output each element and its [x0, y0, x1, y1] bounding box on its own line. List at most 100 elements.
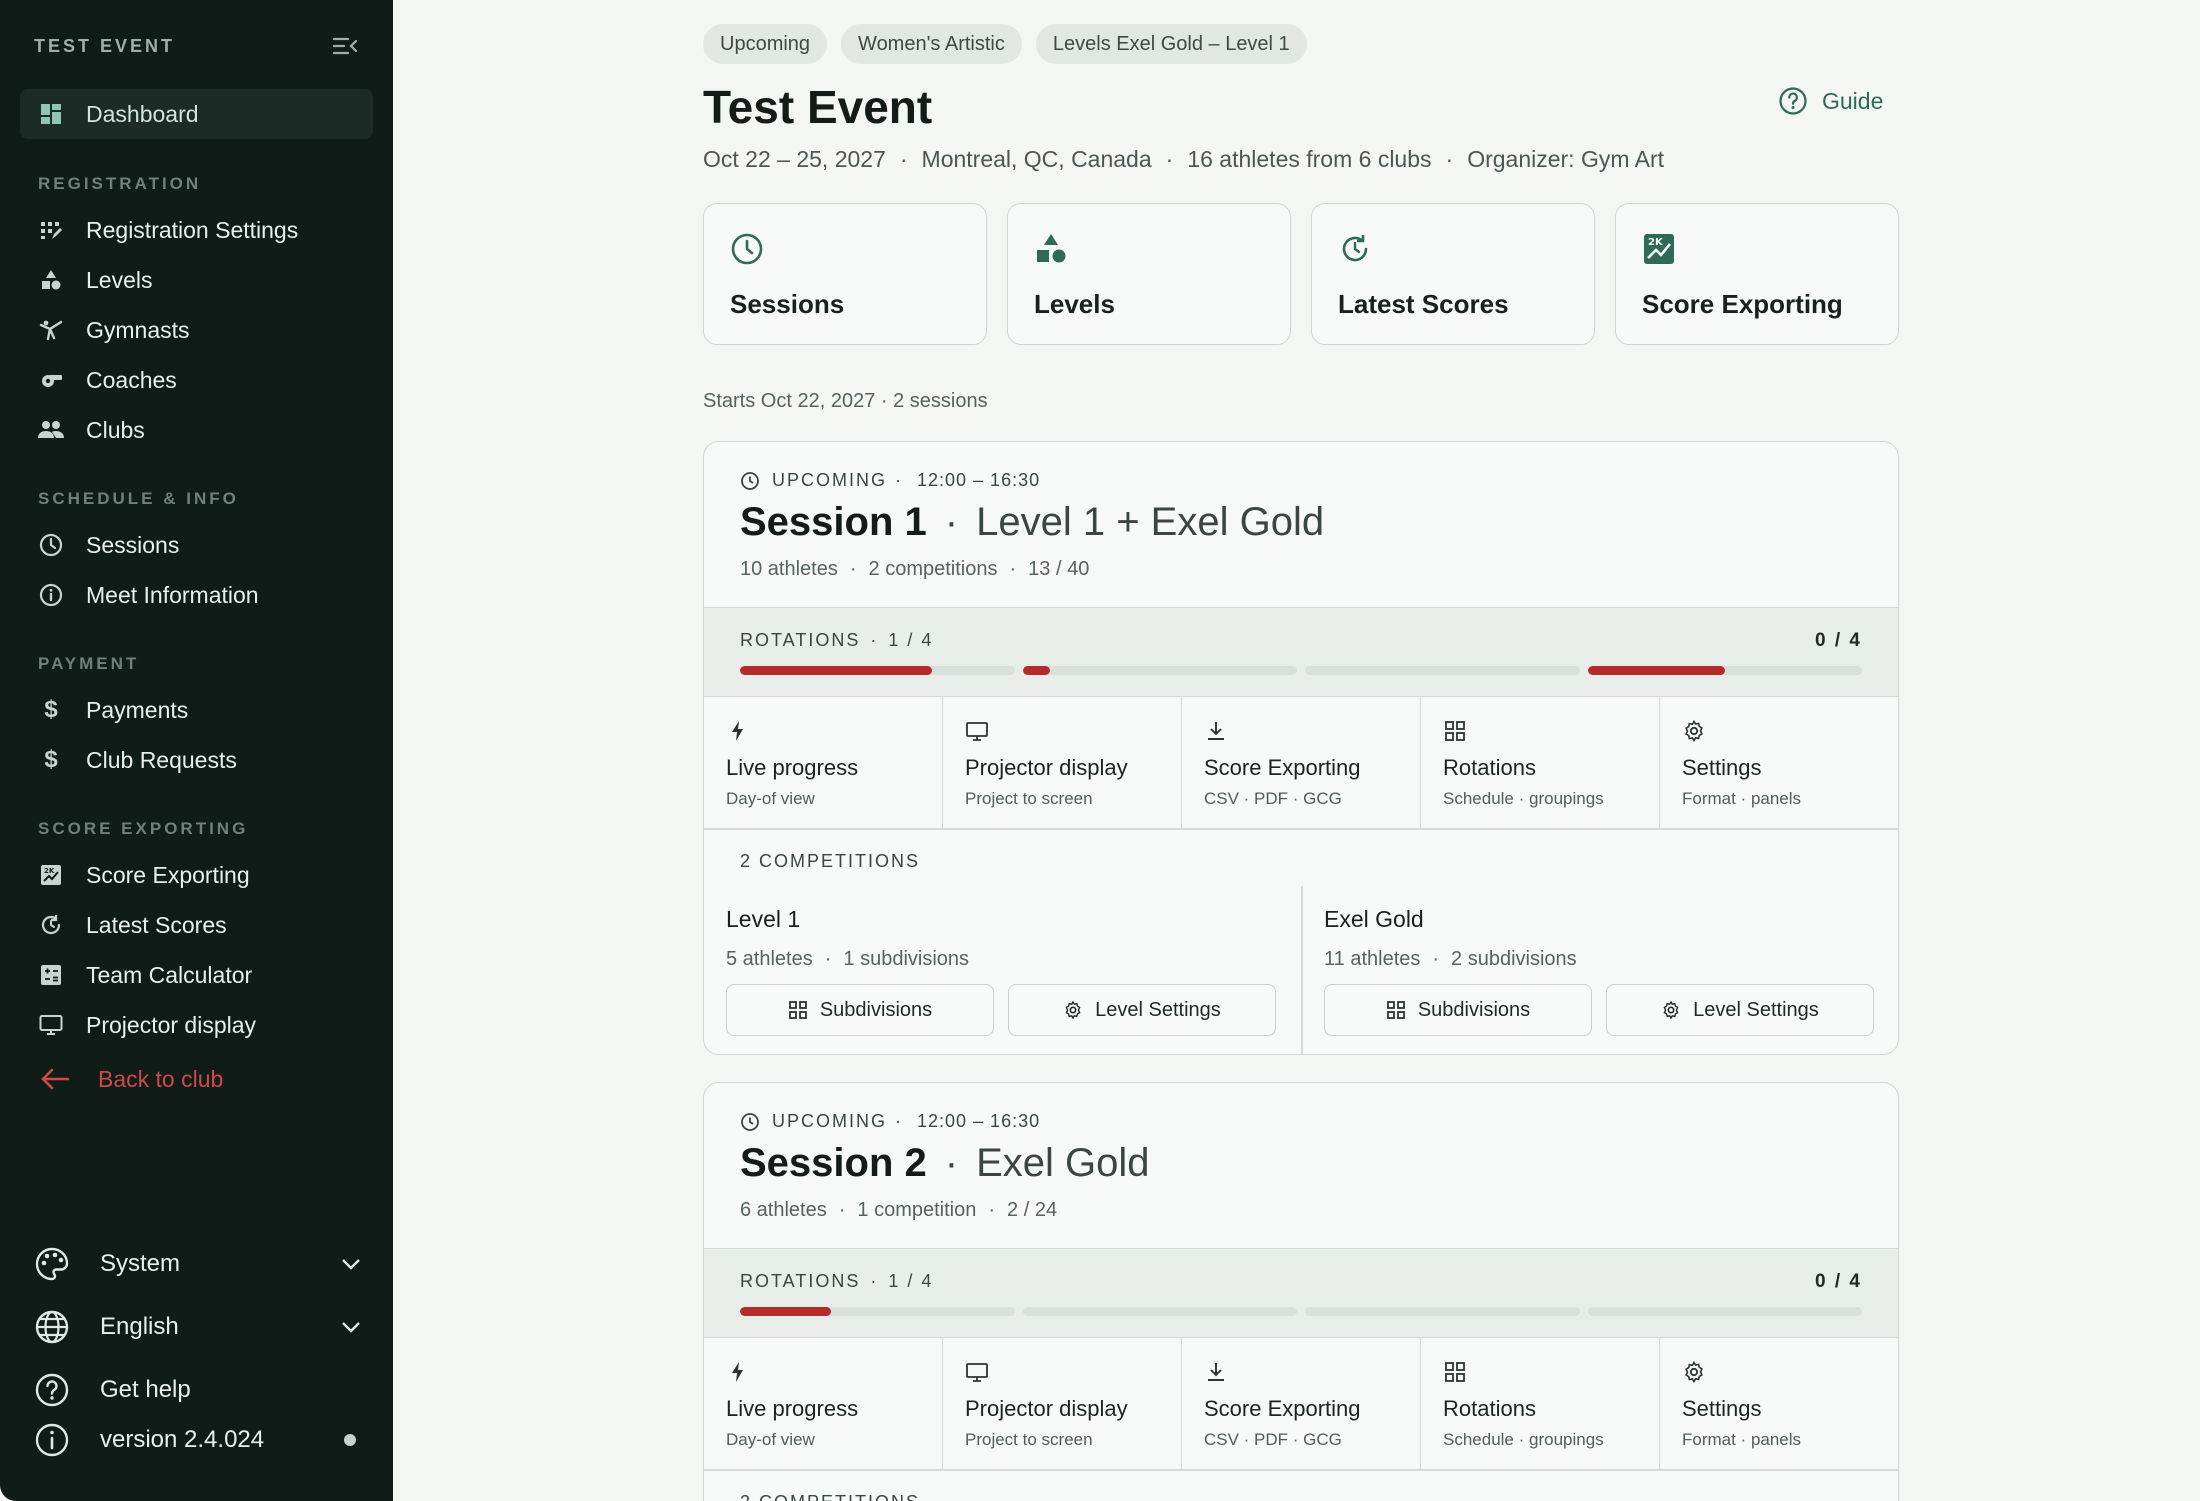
score-export-icon: 2K [38, 862, 64, 888]
language-selector[interactable]: English [34, 1304, 364, 1350]
quick-link-levels[interactable]: Levels [1007, 203, 1291, 345]
meta-separator: · [899, 146, 908, 172]
sidebar-item-team-calculator[interactable]: Team Calculator [20, 950, 373, 1000]
sidebar-item-clubs[interactable]: Clubs [20, 405, 373, 455]
clock-icon [730, 232, 764, 266]
rotations-panel: ROTATIONS · 1 / 4 0 / 4 [704, 607, 1898, 697]
lightning-icon [726, 1360, 750, 1384]
action-label: Projector display [965, 1396, 1128, 1421]
event-meta: Oct 22 – 25, 2027 · Montreal, QC, Canada ·… [703, 146, 1664, 173]
people-icon [38, 417, 64, 443]
section-score-exporting: SCORE EXPORTING [38, 819, 249, 838]
rotations-label: ROTATIONS · 1 / 4 [740, 630, 934, 650]
sidebar-item-gymnasts[interactable]: Gymnasts [20, 305, 373, 355]
subdivisions-button[interactable]: Subdivisions [1324, 984, 1592, 1036]
whistle-icon [38, 367, 64, 393]
sidebar-item-dashboard[interactable]: Dashboard [20, 89, 373, 139]
live-progress-action[interactable]: Live progress Day-of view [704, 1338, 943, 1469]
section-schedule: SCHEDULE & INFO [38, 489, 239, 508]
system-theme-selector[interactable]: System [34, 1241, 364, 1287]
status-label: UPCOMING [772, 1111, 887, 1131]
get-help-link[interactable]: Get help [34, 1367, 364, 1413]
sidebar-item-score-exporting[interactable]: 2K Score Exporting [20, 850, 373, 900]
sidebar-item-label: Projector display [86, 1011, 257, 1038]
level-settings-button[interactable]: Level Settings [1606, 984, 1874, 1036]
levels-icon [38, 267, 64, 293]
session-name: Session 1 [740, 500, 927, 544]
rotations-done: 0 / 4 [1815, 630, 1862, 651]
sidebar-item-levels[interactable]: Levels [20, 255, 373, 305]
quick-link-latest-scores[interactable]: Latest Scores [1311, 203, 1595, 345]
projector-display-action[interactable]: Projector display Project to screen [943, 1338, 1182, 1469]
calculator-icon [38, 962, 64, 988]
clock-icon [38, 532, 64, 558]
button-label: Level Settings [1095, 998, 1221, 1021]
score-exporting-action[interactable]: Score Exporting CSV · PDF · GCG [1182, 1338, 1421, 1469]
quick-link-score-exporting[interactable]: 2K Score Exporting [1615, 203, 1899, 345]
sidebar-item-label: Clubs [86, 416, 145, 443]
sidebar-item-coaches[interactable]: Coaches [20, 355, 373, 405]
event-dates: Oct 22 – 25, 2027 [703, 146, 886, 172]
sidebar-item-registration-settings[interactable]: Registration Settings [20, 205, 373, 255]
event-location: Montreal, QC, Canada [921, 146, 1152, 172]
subdivisions-button[interactable]: Subdivisions [726, 984, 994, 1036]
stat-separator: · [988, 1199, 996, 1221]
gear-icon [1682, 719, 1706, 743]
sidebar-item-label: Meet Information [86, 581, 259, 608]
grid-icon [1386, 1000, 1406, 1020]
settings-action[interactable]: Settings Format · panels [1660, 697, 1898, 828]
rotation-bar [1587, 666, 1862, 675]
sidebar-item-meet-information[interactable]: Meet Information [20, 570, 373, 620]
quick-link-sessions[interactable]: Sessions [703, 203, 987, 345]
guide-link[interactable]: Guide [1778, 86, 1883, 116]
action-label: Projector display [965, 755, 1128, 780]
quick-link-label: Score Exporting [1642, 289, 1843, 319]
event-title: TEST EVENT [34, 35, 176, 56]
collapse-sidebar-icon[interactable] [331, 34, 359, 58]
session-stats: 10 athletes · 2 competitions · 13 / 40 [740, 558, 1089, 581]
button-label: Subdivisions [1417, 998, 1531, 1021]
rotations-action[interactable]: Rotations Schedule · groupings [1421, 697, 1660, 828]
sidebar-item-label: Team Calculator [86, 961, 253, 988]
stat-separator: · [849, 558, 857, 580]
main-content: Upcoming Women's Artistic Levels Exel Go… [393, 0, 2200, 1501]
rotation-bar [1305, 666, 1580, 675]
back-to-club-link[interactable]: Back to club [20, 1054, 373, 1104]
session-card: UPCOMING · 12:00 – 16:30 Session 1 · Lev… [703, 441, 1899, 1055]
quick-link-label: Latest Scores [1338, 289, 1509, 319]
action-sublabel: CSV · PDF · GCG [1204, 789, 1342, 808]
crumb-discipline[interactable]: Women's Artistic [841, 24, 1022, 64]
sidebar-item-payments[interactable]: $ Payments [20, 685, 373, 735]
action-label: Rotations [1443, 755, 1536, 780]
info-icon [38, 582, 64, 608]
session-stats: 6 athletes · 1 competition · 2 / 24 [740, 1199, 1057, 1222]
level-settings-button[interactable]: Level Settings [1008, 984, 1276, 1036]
sidebar-item-latest-scores[interactable]: Latest Scores [20, 900, 373, 950]
sidebar-item-club-requests[interactable]: $ Club Requests [20, 735, 373, 785]
rotations-action[interactable]: Rotations Schedule · groupings [1421, 1338, 1660, 1469]
crumb-status[interactable]: Upcoming [703, 24, 828, 64]
divider [704, 1469, 1898, 1471]
action-label: Score Exporting [1204, 1396, 1361, 1421]
rotations-label: ROTATIONS · 1 / 4 [740, 1271, 934, 1291]
settings-action[interactable]: Settings Format · panels [1660, 1338, 1898, 1469]
session-heading: Session 2 · Exel Gold [740, 1141, 1150, 1186]
section-registration: REGISTRATION [38, 174, 202, 193]
event-athletes: 16 athletes from 6 clubs [1187, 146, 1432, 172]
sidebar-item-sessions[interactable]: Sessions [20, 520, 373, 570]
crumb-levels[interactable]: Levels Exel Gold – Level 1 [1035, 24, 1307, 64]
gear-icon [1682, 1360, 1706, 1384]
sidebar-item-projector-display[interactable]: Projector display [20, 1000, 373, 1050]
sidebar-item-label: Latest Scores [86, 911, 227, 938]
session-subtitle: Level 1 + Exel Gold [976, 500, 1325, 544]
live-progress-action[interactable]: Live progress Day-of view [704, 697, 943, 828]
action-label: Settings [1682, 755, 1762, 780]
projector-display-action[interactable]: Projector display Project to screen [943, 697, 1182, 828]
meta-separator: · [1165, 146, 1174, 172]
help-icon [34, 1372, 70, 1408]
version-info: version 2.4.024 [34, 1417, 364, 1463]
button-label: Level Settings [1693, 998, 1819, 1021]
status-label: UPCOMING [772, 470, 887, 490]
score-exporting-action[interactable]: Score Exporting CSV · PDF · GCG [1182, 697, 1421, 828]
competition-stats: 5 athletes · 1 subdivisions [726, 948, 970, 970]
